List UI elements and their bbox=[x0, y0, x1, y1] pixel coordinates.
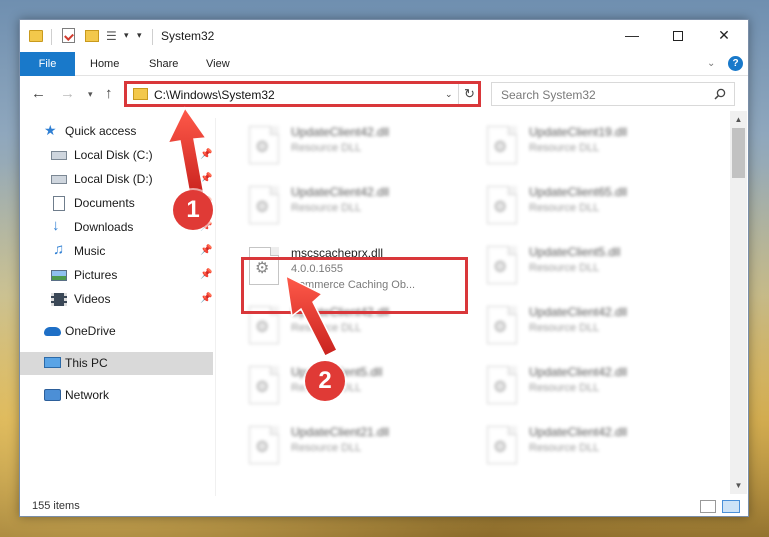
arrow-2 bbox=[285, 274, 339, 358]
step-badge-2: 2 bbox=[305, 361, 345, 401]
arrow-1 bbox=[166, 106, 208, 197]
step-badge-1: 1 bbox=[173, 190, 213, 230]
annotation-arrows bbox=[166, 106, 339, 358]
